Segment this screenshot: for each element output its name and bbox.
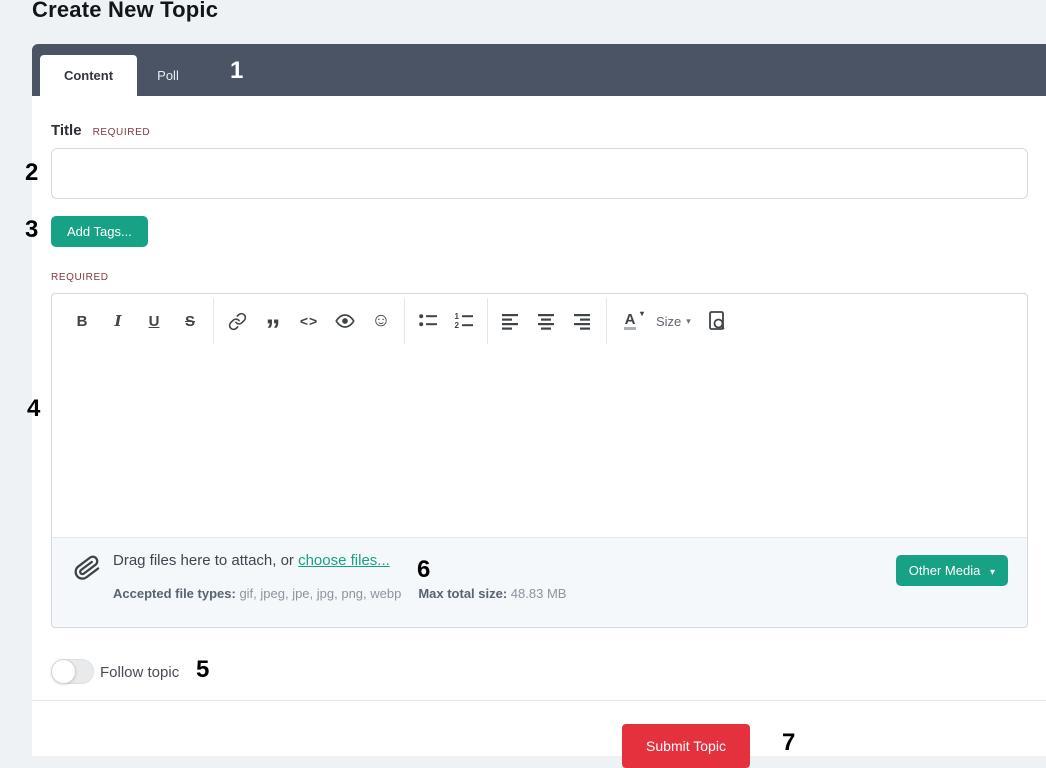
strikethrough-button[interactable]: S — [172, 303, 208, 339]
align-center-button[interactable] — [529, 303, 565, 339]
spoiler-button[interactable] — [327, 303, 363, 339]
font-color-button[interactable]: A ▾ — [612, 303, 648, 339]
svg-text:1: 1 — [455, 312, 460, 321]
preview-icon — [708, 311, 725, 330]
toolbar-group-lists: 1 2 — [405, 298, 488, 344]
add-tags-button[interactable]: Add Tags... — [51, 216, 148, 247]
annotation-5: 5 — [196, 656, 210, 683]
caret-down-icon: ▾ — [989, 567, 995, 578]
editor-toolbar: B I U S ” <> ☺ 1 2 A ▾ Size ▾ — [52, 294, 1027, 348]
align-left-icon — [502, 314, 518, 330]
annotation-4: 4 — [27, 395, 41, 422]
annotation-2: 2 — [25, 159, 39, 186]
title-label-row: Title REQUIRED — [51, 122, 150, 139]
align-right-icon — [574, 314, 590, 330]
code-button[interactable]: <> — [291, 303, 327, 339]
caret-down-icon: ▾ — [686, 315, 691, 326]
attachment-area: Drag files here to attach, or choose fil… — [52, 537, 1027, 627]
drag-files-label: Drag files here to attach, or — [113, 552, 299, 569]
max-size-label: Max total size: — [418, 586, 511, 601]
drag-files-text: Drag files here to attach, or choose fil… — [113, 552, 390, 569]
font-size-label: Size — [656, 313, 682, 329]
link-button[interactable] — [219, 303, 255, 339]
title-input[interactable] — [51, 148, 1028, 199]
toolbar-group-text: A ▾ Size ▾ — [607, 298, 740, 344]
quote-button[interactable]: ” — [255, 303, 291, 346]
paperclip-icon — [74, 555, 100, 580]
numbered-list-icon: 1 2 — [455, 312, 473, 330]
other-media-button[interactable]: Other Media ▾ — [895, 555, 1008, 586]
editor-required-row: REQUIRED — [51, 272, 109, 283]
toolbar-group-insert: ” <> ☺ — [214, 298, 405, 346]
tab-poll[interactable]: Poll — [128, 55, 208, 96]
accepted-types-label: Accepted file types: — [113, 586, 240, 601]
toolbar-group-format: B I U S — [59, 298, 214, 344]
align-left-button[interactable] — [493, 303, 529, 339]
title-required-badge: REQUIRED — [92, 127, 151, 138]
follow-topic-toggle[interactable] — [51, 659, 94, 684]
underline-button[interactable]: U — [136, 303, 172, 339]
svg-text:2: 2 — [455, 321, 460, 330]
toolbar-group-align — [488, 298, 607, 344]
emoji-button[interactable]: ☺ — [363, 303, 399, 339]
file-restrictions-text: Accepted file types: gif, jpeg, jpe, jpg… — [113, 586, 566, 601]
editor-required-badge: REQUIRED — [51, 272, 109, 283]
eye-icon — [335, 314, 355, 328]
editor-content-area[interactable] — [52, 348, 1027, 537]
submit-topic-button[interactable]: Submit Topic — [622, 724, 750, 768]
max-size-value: 48.83 MB — [510, 586, 567, 601]
italic-button[interactable]: I — [100, 303, 136, 339]
tab-bar: Content Poll — [32, 44, 1046, 96]
caret-down-icon: ▾ — [639, 309, 644, 318]
numbered-list-button[interactable]: 1 2 — [446, 303, 482, 339]
page-title: Create New Topic — [32, 0, 219, 22]
other-media-label: Other Media — [908, 563, 981, 578]
create-topic-panel: Content Poll Title REQUIRED Add Tags... … — [32, 44, 1046, 768]
preview-button[interactable] — [699, 303, 735, 339]
annotation-7: 7 — [782, 729, 796, 756]
link-icon — [228, 312, 246, 330]
align-center-icon — [538, 314, 554, 330]
font-color-icon: A — [623, 311, 637, 330]
code-icon: <> — [299, 313, 319, 329]
annotation-3: 3 — [25, 216, 39, 243]
tab-content[interactable]: Content — [40, 55, 137, 96]
footer-divider — [32, 700, 1046, 701]
choose-files-link[interactable]: choose files... — [298, 552, 390, 569]
emoji-icon: ☺ — [371, 310, 391, 331]
rich-text-editor: B I U S ” <> ☺ 1 2 A ▾ Size ▾ Drag files… — [51, 293, 1028, 628]
title-label: Title — [51, 122, 82, 139]
align-right-button[interactable] — [565, 303, 601, 339]
bulleted-list-icon — [419, 314, 437, 327]
follow-topic-label: Follow topic — [100, 664, 180, 681]
toggle-knob — [51, 659, 76, 684]
annotation-1: 1 — [230, 57, 244, 84]
accepted-types-value: gif, jpeg, jpe, jpg, png, webp — [239, 586, 402, 601]
bold-button[interactable]: B — [64, 303, 100, 339]
font-size-dropdown[interactable]: Size ▾ — [648, 303, 699, 339]
annotation-6: 6 — [417, 556, 431, 583]
bulleted-list-button[interactable] — [410, 303, 446, 339]
